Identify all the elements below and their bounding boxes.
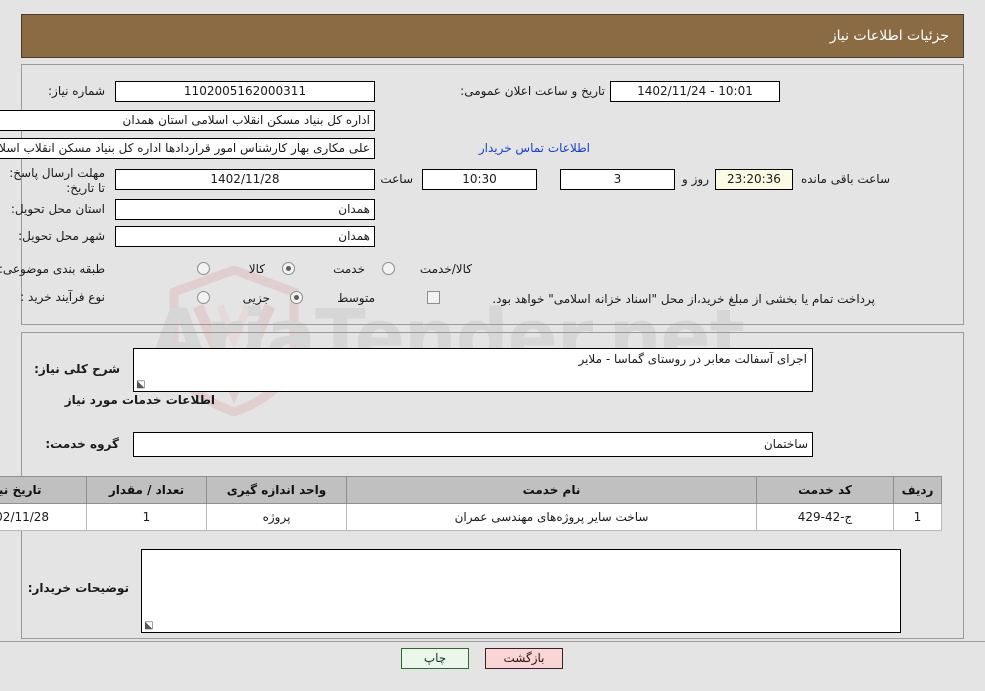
back-button[interactable]: بازگشت [485,648,563,669]
deadline-time-value: 10:30 [422,169,537,190]
countdown-label: ساعت باقی مانده [800,172,890,186]
print-button[interactable]: چاپ [401,648,469,669]
service-group-value: ساختمان [133,432,813,457]
buyer-notes-textarea[interactable]: ◪ [141,549,901,633]
buyer-contact-link[interactable]: اطلاعات تماس خریدار [479,141,590,155]
need-number-label: شماره نیاز: [48,84,105,98]
process-radio-jozei[interactable] [197,291,210,304]
cell-service-code: ج-42-429 [756,503,894,531]
public-announce-value: 10:01 - 1402/11/24 [610,81,780,102]
col-quantity: تعداد / مقدار [86,476,207,504]
page-title: جزئیات اطلاعات نیاز [829,28,949,44]
countdown-value: 23:20:36 [715,169,793,190]
treasury-note-text: پرداخت تمام یا بخشی از مبلغ خرید،از محل … [492,292,875,306]
description-textarea[interactable]: اجرای آسفالت معابر در روستای گماسا - ملا… [133,348,813,392]
requester-value: علی مکاری بهار کارشناس امور قراردادها اد… [0,138,375,159]
page-header-bar: جزئیات اطلاعات نیاز [21,14,964,58]
category-radio-kala[interactable] [197,262,210,275]
hour-label: ساعت [380,172,413,186]
category-label-kala: کالا [248,262,265,276]
service-group-label: گروه خدمت: [45,437,119,451]
resize-grip-icon[interactable]: ◪ [136,379,146,390]
need-number-value: 1102005162000311 [115,81,375,102]
public-announce-label: تاریخ و ساعت اعلان عمومی: [460,84,605,98]
col-row: ردیف [893,476,942,504]
page-root: AriaTender.net جزئیات اطلاعات نیاز شماره… [0,0,985,691]
footer-divider [0,641,985,642]
col-service-code: کد خدمت [756,476,894,504]
table-row: 1 ج-42-429 ساخت سایر پروژه‌های مهندسی عم… [0,503,942,531]
cell-quantity: 1 [86,503,207,531]
treasury-docs-checkbox[interactable] [427,291,440,304]
category-label: طبقه بندی موضوعی: [0,262,105,276]
deadline-date-value: 1402/11/28 [115,169,375,190]
col-unit: واحد اندازه گیری [206,476,347,504]
category-label-khedmat: خدمت [333,262,365,276]
services-heading: اطلاعات خدمات مورد نیاز [64,393,215,407]
description-label: شرح کلی نیاز: [34,362,120,376]
city-value: همدان [115,226,375,247]
process-radio-motavasset[interactable] [290,291,303,304]
buyer-org-value: اداره کل بنیاد مسکن انقلاب اسلامی استان … [0,110,375,131]
resize-grip-icon-notes[interactable]: ◪ [144,620,154,631]
province-value: همدان [115,199,375,220]
process-label-jozei: جزیی [242,291,270,305]
cell-need-date: 1402/11/28 [0,503,87,531]
col-service-name: نام خدمت [346,476,757,504]
category-label-kala-khedmat: کالا/خدمت [419,262,472,276]
province-label: استان محل تحویل: [10,202,105,216]
days-label: روز و [682,172,709,186]
cell-row: 1 [893,503,942,531]
need-summary-panel [21,64,964,325]
table-header-row: ردیف کد خدمت نام خدمت واحد اندازه گیری ت… [0,476,942,504]
description-value: اجرای آسفالت معابر در روستای گماسا - ملا… [578,352,807,366]
process-label: نوع فرآیند خرید : [20,290,105,304]
category-radio-khedmat[interactable] [282,262,295,275]
city-label: شهر محل تحویل: [18,229,105,243]
services-table: ردیف کد خدمت نام خدمت واحد اندازه گیری ت… [0,476,942,531]
days-remaining-value: 3 [560,169,675,190]
services-table-wrap: ردیف کد خدمت نام خدمت واحد اندازه گیری ت… [0,476,942,531]
category-radio-kala-khedmat[interactable] [382,262,395,275]
process-label-motavasset: متوسط [337,291,375,305]
cell-service-name: ساخت سایر پروژه‌های مهندسی عمران [346,503,757,531]
cell-unit: پروژه [206,503,347,531]
buyer-notes-label: توضیحات خریدار: [27,581,129,595]
col-need-date: تاریخ نیاز [0,476,87,504]
deadline-label: مهلت ارسال پاسخ: تا تاریخ: [9,166,105,195]
